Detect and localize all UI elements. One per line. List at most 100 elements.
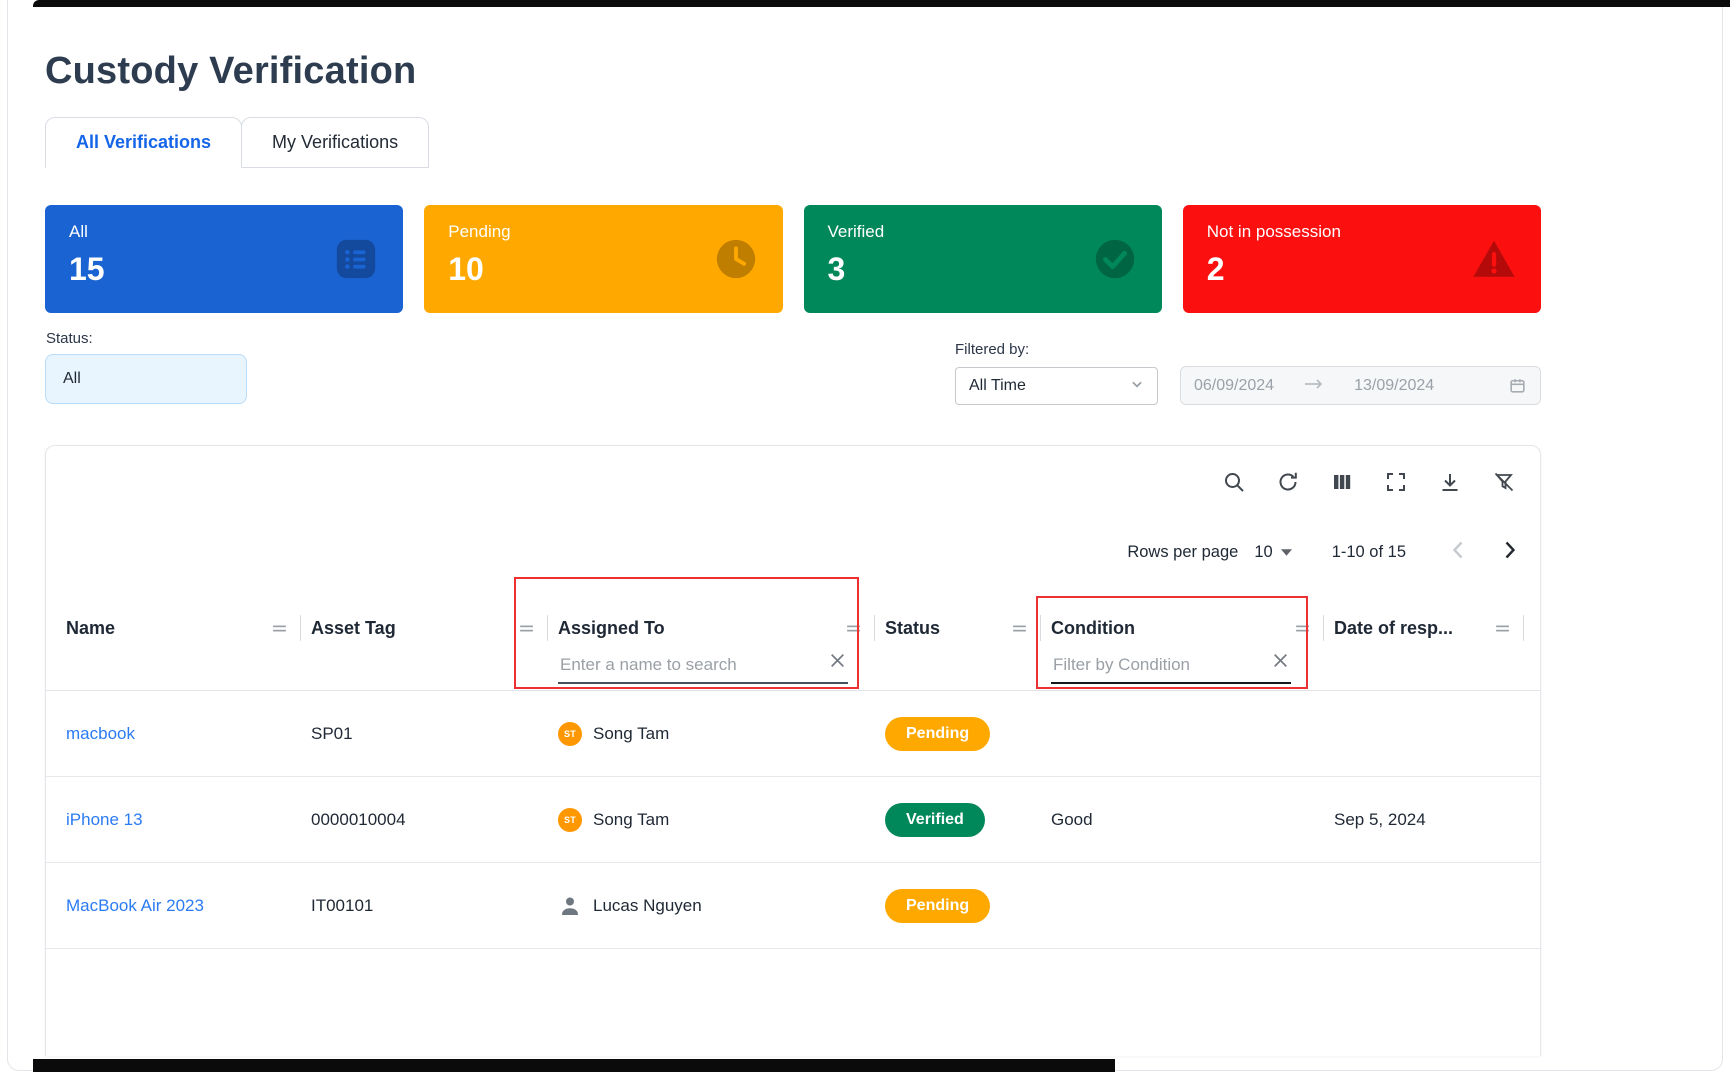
asset-name-link[interactable]: MacBook Air 2023 xyxy=(66,896,311,916)
column-header-date-of-response: Date of resp... xyxy=(1334,596,1534,690)
assigned-to-filter-input[interactable] xyxy=(558,652,848,684)
previous-page-icon[interactable] xyxy=(1452,540,1464,565)
date-to-value: 13/09/2024 xyxy=(1354,377,1434,395)
screen-edge-bottom xyxy=(33,1059,1115,1072)
status-badge: Pending xyxy=(885,717,990,751)
status-badge: Pending xyxy=(885,889,990,923)
clear-filter-icon[interactable] xyxy=(1272,652,1289,669)
next-page-icon[interactable] xyxy=(1504,540,1516,565)
status-filter-value: All xyxy=(63,370,81,388)
list-icon xyxy=(333,236,379,287)
column-menu-icon[interactable] xyxy=(1294,620,1311,637)
table-row[interactable]: macbook SP01 ST Song Tam Pending xyxy=(46,691,1540,777)
stat-card-verified[interactable]: Verified 3 xyxy=(804,205,1162,313)
date-cell: Sep 5, 2024 xyxy=(1334,810,1540,830)
column-label: Asset Tag xyxy=(311,618,518,639)
person-icon xyxy=(558,894,582,918)
status-badge: Verified xyxy=(885,803,985,837)
column-header-name: Name xyxy=(66,596,311,690)
chevron-down-icon xyxy=(1130,377,1144,396)
column-label: Name xyxy=(66,618,271,639)
filtered-by-label: Filtered by: xyxy=(955,341,1029,358)
rows-per-page-label: Rows per page xyxy=(1127,543,1238,562)
avatar: ST xyxy=(558,722,582,746)
column-menu-icon[interactable] xyxy=(1011,620,1028,637)
check-circle-icon xyxy=(1092,236,1138,287)
status-cell: Pending xyxy=(885,717,1051,751)
column-divider xyxy=(1323,615,1324,641)
column-divider xyxy=(1523,615,1524,641)
status-cell: Verified xyxy=(885,803,1051,837)
filter-off-icon[interactable] xyxy=(1492,470,1516,494)
condition-filter-input[interactable] xyxy=(1051,652,1291,684)
caret-down-icon xyxy=(1281,549,1292,556)
asset-tag-cell: 0000010004 xyxy=(311,810,558,830)
stat-card-all[interactable]: All 15 xyxy=(45,205,403,313)
clock-icon xyxy=(713,236,759,287)
clear-filter-icon[interactable] xyxy=(829,652,846,669)
column-header-asset-tag: Asset Tag xyxy=(311,596,558,690)
assignee-name: Song Tam xyxy=(593,810,669,830)
table-body: macbook SP01 ST Song Tam Pending iPhone … xyxy=(46,691,1540,1035)
assignee-cell: Lucas Nguyen xyxy=(558,894,885,918)
column-menu-icon[interactable] xyxy=(271,620,288,637)
rows-per-page-value: 10 xyxy=(1254,543,1272,562)
column-menu-icon[interactable] xyxy=(518,620,535,637)
column-label: Condition xyxy=(1051,618,1294,639)
column-menu-icon[interactable] xyxy=(1494,620,1511,637)
table-header: Name Asset Tag Assigned To xyxy=(46,596,1540,691)
table-row-partial xyxy=(46,949,1540,1035)
pagination-range: 1-10 of 15 xyxy=(1332,543,1406,562)
column-label: Status xyxy=(885,618,1011,639)
column-label: Date of resp... xyxy=(1334,618,1494,639)
download-icon[interactable] xyxy=(1438,470,1462,494)
assignee-name: Lucas Nguyen xyxy=(593,896,702,916)
column-divider xyxy=(547,615,548,641)
fullscreen-icon[interactable] xyxy=(1384,470,1408,494)
rows-per-page-select[interactable]: 10 xyxy=(1254,543,1291,562)
asset-tag-cell: IT00101 xyxy=(311,896,558,916)
search-icon[interactable] xyxy=(1222,470,1246,494)
column-divider xyxy=(1040,615,1041,641)
pagination-bar: Rows per page 10 1-10 of 15 xyxy=(1127,540,1516,565)
verification-table: Rows per page 10 1-10 of 15 Name xyxy=(45,445,1541,1056)
assignee-name: Song Tam xyxy=(593,724,669,744)
refresh-icon[interactable] xyxy=(1276,470,1300,494)
asset-tag-cell: SP01 xyxy=(311,724,558,744)
table-toolbar xyxy=(1222,470,1516,494)
stat-cards: All 15 Pending 10 Verified 3 Not in poss… xyxy=(45,205,1541,313)
calendar-icon xyxy=(1508,376,1527,395)
screen: Custody Verification All Verifications M… xyxy=(0,0,1730,1072)
tab-my-verifications[interactable]: My Verifications xyxy=(241,117,429,168)
columns-icon[interactable] xyxy=(1330,470,1354,494)
time-range-select[interactable]: All Time xyxy=(955,367,1158,405)
asset-name-link[interactable]: macbook xyxy=(66,724,311,744)
date-range-input[interactable]: 06/09/2024 13/09/2024 xyxy=(1180,366,1541,405)
column-label: Assigned To xyxy=(558,618,845,639)
time-range-value: All Time xyxy=(969,377,1026,395)
column-header-status: Status xyxy=(885,596,1051,690)
tab-all-verifications[interactable]: All Verifications xyxy=(45,117,242,168)
tab-bar: All Verifications My Verifications xyxy=(45,117,428,168)
column-divider xyxy=(874,615,875,641)
status-filter-select[interactable]: All xyxy=(45,354,247,404)
status-cell: Pending xyxy=(885,889,1051,923)
column-divider xyxy=(300,615,301,641)
column-header-assigned-to: Assigned To xyxy=(558,596,885,690)
stat-card-pending[interactable]: Pending 10 xyxy=(424,205,782,313)
arrow-right-icon xyxy=(1304,377,1324,395)
avatar: ST xyxy=(558,808,582,832)
condition-cell: Good xyxy=(1051,810,1334,830)
stat-card-not-in-possession[interactable]: Not in possession 2 xyxy=(1183,205,1541,313)
screen-edge-top xyxy=(33,0,1730,7)
column-menu-icon[interactable] xyxy=(845,620,862,637)
column-header-condition: Condition xyxy=(1051,596,1334,690)
assignee-cell: ST Song Tam xyxy=(558,722,885,746)
status-filter-label: Status: xyxy=(46,330,93,347)
date-from-value: 06/09/2024 xyxy=(1194,377,1274,395)
table-row[interactable]: MacBook Air 2023 IT00101 Lucas Nguyen Pe… xyxy=(46,863,1540,949)
asset-name-link[interactable]: iPhone 13 xyxy=(66,810,311,830)
page-title: Custody Verification xyxy=(45,50,416,93)
table-row[interactable]: iPhone 13 0000010004 ST Song Tam Verifie… xyxy=(46,777,1540,863)
assignee-cell: ST Song Tam xyxy=(558,808,885,832)
